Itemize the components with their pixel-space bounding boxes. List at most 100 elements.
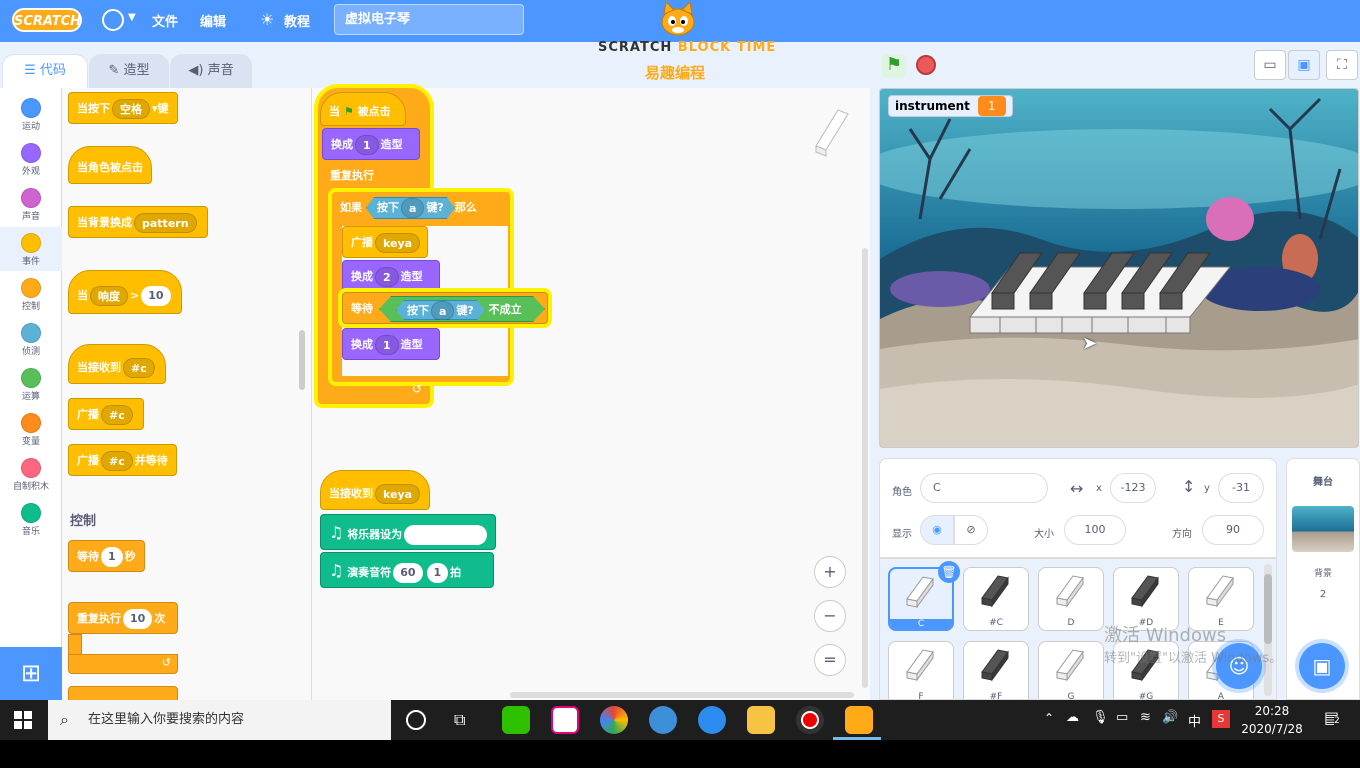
category-6[interactable]: 运算 — [0, 362, 62, 406]
x-input[interactable]: -123 — [1110, 473, 1156, 503]
small-stage-button[interactable]: ▭ — [1254, 50, 1286, 80]
block-set-instrument[interactable]: ♫ 将乐器设为 instrument — [320, 514, 496, 550]
wifi-icon[interactable]: ≋ — [1140, 710, 1151, 725]
task-view-icon[interactable]: ⧉ — [454, 710, 465, 730]
show-visible-button[interactable]: ◉ — [920, 515, 954, 545]
battery-icon[interactable]: ▭ — [1116, 710, 1128, 725]
notification-icon[interactable]: ▤ 2 — [1324, 708, 1340, 727]
scripts-area[interactable]: 当 ⚑ 被点击 换成 1 造型 重复执行 如果 按下 a 键? 那么 广播 keya 换成 2 造… — [312, 88, 870, 700]
menu-file[interactable]: 文件 — [152, 11, 178, 30]
sprite-tile[interactable]: D — [1038, 567, 1104, 631]
microphone-icon[interactable]: 🎙 — [1092, 710, 1109, 725]
taskbar-search-box[interactable]: ⌕ 在这里输入你要搜索的内容 — [48, 700, 391, 740]
zoom-in-button[interactable]: + — [814, 556, 846, 588]
scripts-horizontal-scrollbar[interactable] — [510, 692, 854, 698]
chrome-icon[interactable] — [600, 706, 628, 734]
tab-costumes[interactable]: ✎ 造型 — [89, 54, 169, 88]
block-play-note[interactable]: ♫ 演奏音符 60 1 拍 — [320, 552, 494, 588]
file-explorer-icon[interactable] — [747, 706, 775, 734]
browser-icon[interactable] — [649, 706, 677, 734]
globe-icon[interactable] — [102, 9, 124, 31]
block-when-receive[interactable]: 当接收到 #c — [68, 344, 166, 384]
windows-start-icon[interactable] — [14, 711, 32, 729]
category-1[interactable]: 外观 — [0, 137, 62, 181]
block-when-receive-keya[interactable]: 当接收到 keya — [320, 470, 430, 510]
palette-scrollbar[interactable] — [299, 330, 305, 390]
category-0[interactable]: 运动 — [0, 92, 62, 136]
category-3[interactable]: 事件 — [0, 227, 62, 271]
scratch-app-icon[interactable] — [845, 706, 873, 734]
sprite-list-scrollbar[interactable] — [1264, 564, 1272, 696]
y-input[interactable]: -31 — [1218, 473, 1264, 503]
menu-edit[interactable]: 编辑 — [200, 11, 226, 30]
delete-sprite-icon[interactable]: 🗑 — [938, 561, 960, 583]
choose-backdrop-button[interactable]: ▣ — [1299, 643, 1345, 689]
block-switch-costume-2[interactable]: 换成 2 造型 — [342, 260, 440, 292]
menu-tutorials[interactable]: 教程 — [284, 11, 310, 30]
zoom-out-button[interactable]: − — [814, 600, 846, 632]
volume-icon[interactable]: 🔊 — [1162, 710, 1178, 725]
sprite-name-input[interactable]: C — [920, 473, 1048, 503]
category-9[interactable]: 音乐 — [0, 497, 62, 541]
block-if-then[interactable]: 如果 按下 a 键? 那么 — [332, 192, 510, 224]
sogou-ime-icon[interactable]: S — [1212, 710, 1230, 728]
block-when-key-pressed[interactable]: 当按下 空格 ▾键 — [68, 92, 178, 124]
block-broadcast-and-wait[interactable]: 广播 #c 并等待 — [68, 444, 177, 476]
category-8[interactable]: 自制积木 — [0, 452, 62, 496]
show-label: 显示 — [892, 529, 912, 540]
show-hidden-button[interactable]: ⊘ — [954, 515, 988, 545]
block-when-sprite-clicked[interactable]: 当角色被点击 — [68, 146, 152, 184]
sprite-tile-name: G — [1067, 692, 1075, 700]
category-5[interactable]: 侦测 — [0, 317, 62, 361]
zoom-reset-button[interactable]: = — [814, 644, 846, 676]
normal-stage-button[interactable]: ▣ — [1288, 50, 1320, 80]
block-wait-until[interactable]: 等待 按下 a 键? 不成立 — [342, 292, 548, 324]
lightbulb-icon: ☀ — [260, 10, 275, 29]
category-label: 事件 — [21, 257, 40, 267]
sprite-tile[interactable]: F — [888, 641, 954, 699]
youku-icon[interactable] — [551, 706, 579, 734]
project-title-input[interactable]: 虚拟电子琴 — [334, 4, 524, 35]
stop-button[interactable] — [916, 55, 936, 75]
block-forever[interactable]: 重复执行 — [322, 160, 428, 192]
category-2[interactable]: 声音 — [0, 182, 62, 226]
tab-code[interactable]: ☰ 代码 — [2, 54, 88, 89]
direction-input[interactable]: 90 — [1202, 515, 1264, 545]
category-color-dot — [21, 413, 41, 433]
block-when-loudness[interactable]: 当响度 >10 — [68, 270, 182, 314]
block-wait-seconds[interactable]: 等待 1 秒 — [68, 540, 145, 572]
feishu-icon[interactable] — [698, 706, 726, 734]
green-flag-button[interactable]: ⚑ — [882, 54, 906, 78]
sprite-tile[interactable]: #C — [963, 567, 1029, 631]
sprite-tile[interactable]: G — [1038, 641, 1104, 700]
category-7[interactable]: 变量 — [0, 407, 62, 451]
block-broadcast[interactable]: 广播 #c — [68, 398, 144, 430]
screen-bottom-border — [0, 740, 1360, 768]
onedrive-cloud-icon[interactable]: ☁ — [1066, 710, 1079, 725]
block-broadcast-keya[interactable]: 广播 keya — [342, 226, 428, 258]
taskbar-clock[interactable]: 20:28 2020/7/28 — [1232, 702, 1312, 738]
block-switch-costume-1[interactable]: 换成 1 造型 — [322, 128, 420, 160]
screen-recorder-icon[interactable] — [796, 706, 824, 734]
wechat-icon[interactable] — [502, 706, 530, 734]
block-when-flag-clicked[interactable]: 当 ⚑ 被点击 — [320, 92, 406, 126]
block-switch-costume-3[interactable]: 换成 1 造型 — [342, 328, 440, 360]
sprite-tile[interactable]: C 🗑 — [888, 561, 960, 631]
category-4[interactable]: 控制 — [0, 272, 62, 316]
block-when-backdrop-switches[interactable]: 当背景换成 pattern — [68, 206, 208, 238]
cortana-icon[interactable] — [406, 710, 426, 730]
scratch-logo[interactable]: SCRATCH — [12, 8, 82, 32]
not-operator[interactable]: 按下 a 键? 不成立 — [379, 296, 545, 322]
instrument-variable[interactable]: instrument — [404, 525, 487, 545]
chevron-up-icon[interactable]: ⌃ — [1044, 711, 1054, 725]
block-repeat[interactable]: 重复执行 10 次 — [68, 602, 178, 634]
scripts-vertical-scrollbar[interactable] — [862, 248, 868, 688]
size-input[interactable]: 100 — [1064, 515, 1126, 545]
fullscreen-button[interactable]: ⛶ — [1326, 50, 1358, 80]
add-extension-button[interactable]: ⊞ — [0, 647, 62, 700]
stage-canvas[interactable]: ➤ instrument 1 — [879, 88, 1359, 448]
ime-indicator[interactable]: 中 — [1188, 711, 1201, 730]
sprite-tile[interactable]: #F — [963, 641, 1029, 699]
block-partial[interactable] — [68, 686, 178, 700]
tab-sounds[interactable]: ◀) 声音 — [170, 54, 252, 88]
